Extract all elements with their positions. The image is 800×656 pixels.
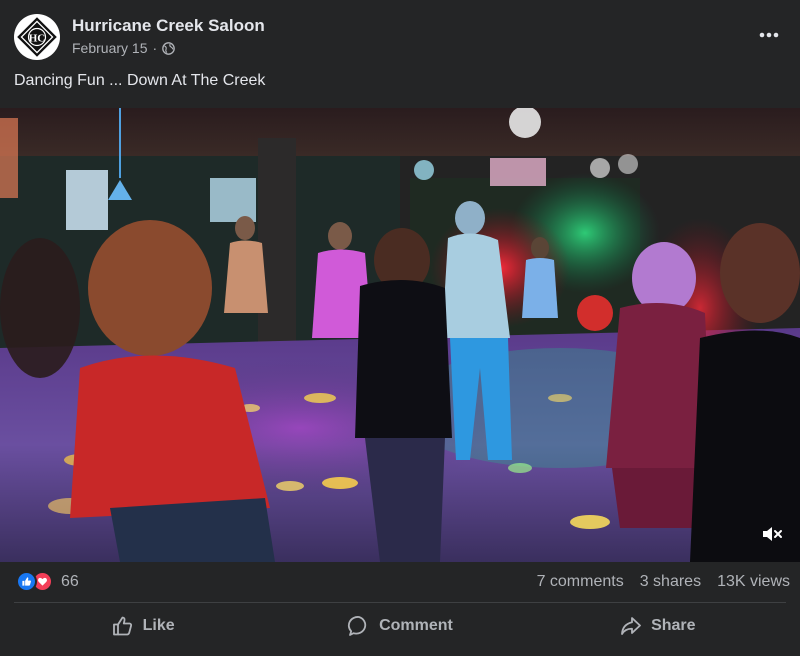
ellipsis-icon bbox=[759, 32, 779, 38]
action-bar: Like Comment Share bbox=[14, 603, 786, 649]
comment-button[interactable]: Comment bbox=[271, 603, 528, 649]
comment-label: Comment bbox=[379, 617, 453, 634]
more-options-button[interactable] bbox=[756, 24, 782, 46]
share-arrow-icon bbox=[621, 617, 641, 635]
reactions-summary[interactable]: 66 bbox=[16, 571, 79, 592]
engagement-counts: 7 comments 3 shares 13K views bbox=[537, 573, 790, 591]
post-header: HC Hurricane Creek Saloon February 15 · bbox=[0, 0, 800, 70]
globe-icon[interactable] bbox=[162, 41, 175, 55]
video-frame bbox=[0, 108, 800, 562]
post-date[interactable]: February 15 bbox=[72, 40, 147, 56]
like-button[interactable]: Like bbox=[14, 603, 271, 649]
views-count: 13K views bbox=[717, 573, 790, 590]
speaker-muted-icon bbox=[763, 527, 782, 541]
shares-count-link[interactable]: 3 shares bbox=[640, 573, 701, 591]
like-label: Like bbox=[142, 617, 175, 634]
avatar-monogram: HC bbox=[29, 33, 46, 45]
meta-separator: · bbox=[152, 40, 158, 56]
mute-toggle-button[interactable] bbox=[758, 520, 786, 548]
post-meta: February 15 · bbox=[72, 40, 175, 56]
page-name-link[interactable]: Hurricane Creek Saloon bbox=[72, 16, 265, 36]
page-avatar[interactable]: HC bbox=[14, 14, 60, 60]
post-stats: 66 7 comments 3 shares 13K views bbox=[0, 562, 800, 602]
video-player[interactable] bbox=[0, 108, 800, 562]
thumbs-up-icon bbox=[112, 616, 132, 636]
hurricane-creek-logo-icon: HC bbox=[14, 14, 60, 60]
comments-count-link[interactable]: 7 comments bbox=[537, 573, 624, 591]
comment-bubble-icon bbox=[348, 616, 367, 636]
post-caption: Dancing Fun ... Down At The Creek bbox=[14, 72, 266, 89]
share-button[interactable]: Share bbox=[529, 603, 786, 649]
reaction-count: 66 bbox=[61, 572, 79, 590]
thumbs-up-reaction-icon bbox=[16, 571, 37, 592]
share-label: Share bbox=[651, 617, 696, 634]
